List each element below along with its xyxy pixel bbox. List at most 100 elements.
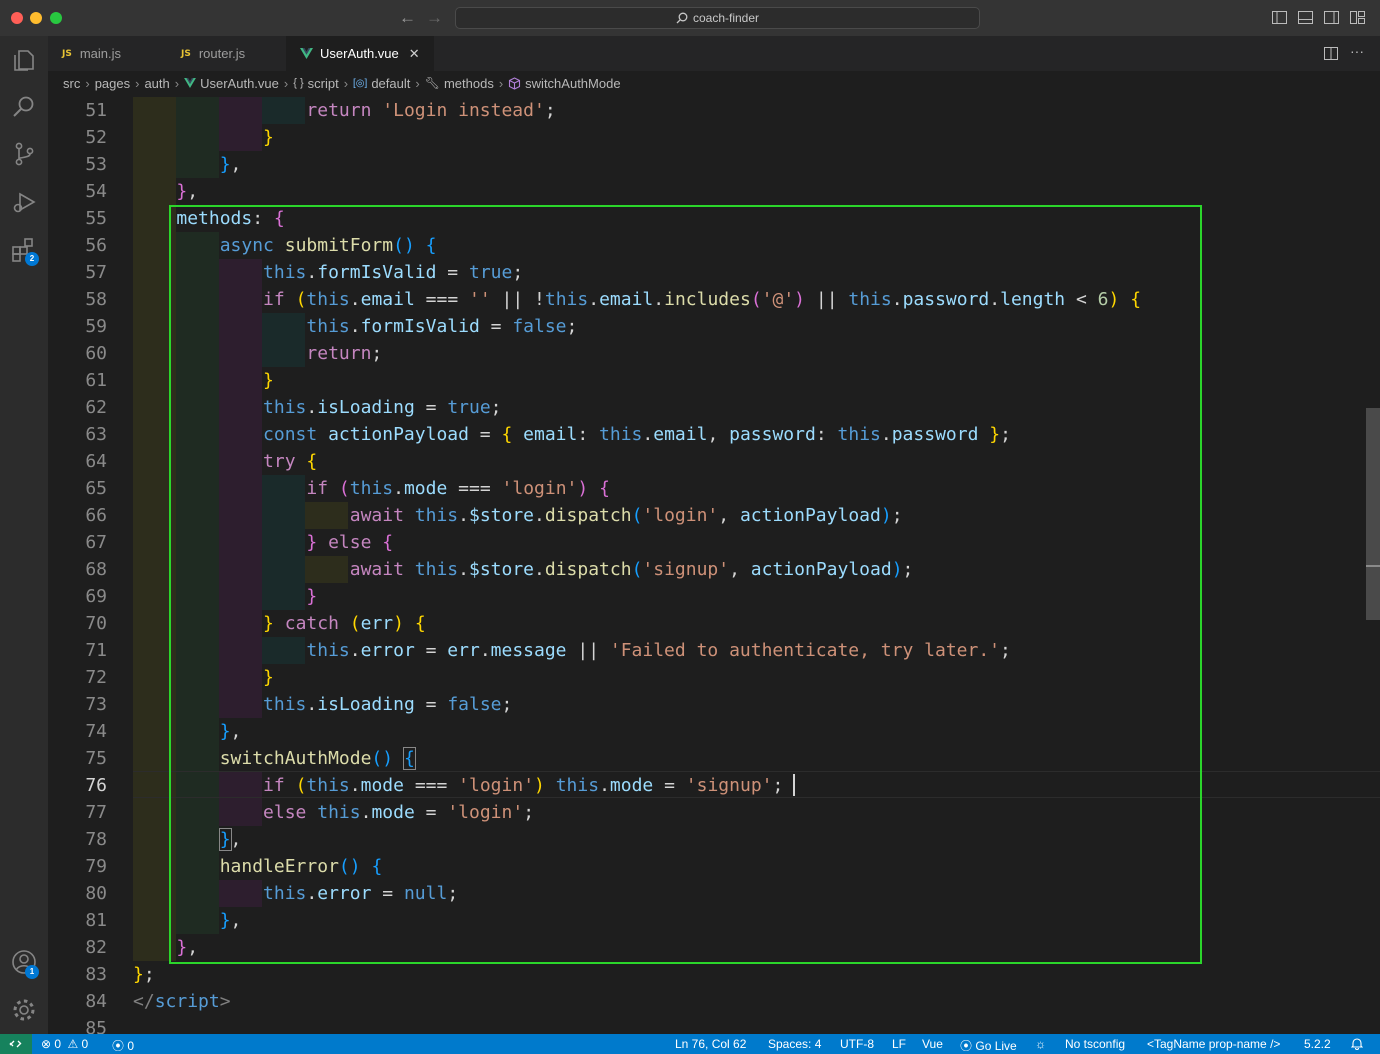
accounts-badge: 1 bbox=[25, 965, 39, 979]
language-mode[interactable]: Vue bbox=[922, 1037, 943, 1051]
search-icon bbox=[676, 12, 688, 24]
warning-icon: ⚠ bbox=[67, 1037, 79, 1051]
line-number: 64 bbox=[85, 451, 107, 472]
breadcrumb-src[interactable]: src bbox=[63, 76, 80, 91]
line-number: 61 bbox=[85, 370, 107, 391]
close-tab-icon[interactable]: ✕ bbox=[409, 46, 420, 62]
customize-layout-icon[interactable] bbox=[1350, 11, 1365, 24]
line-number: 68 bbox=[85, 559, 107, 580]
ports-count: 0 bbox=[127, 1039, 135, 1053]
toggle-secondary-sidebar-icon[interactable] bbox=[1324, 11, 1339, 24]
split-editor-icon[interactable] bbox=[1324, 47, 1338, 60]
tag-name-casing[interactable]: <TagName prop-name /> bbox=[1147, 1037, 1280, 1051]
tab-label: router.js bbox=[198, 46, 246, 61]
accounts-button[interactable]: 1 bbox=[10, 948, 39, 979]
cursor-position[interactable]: Ln 76, Col 62 bbox=[675, 1037, 746, 1051]
line-number: 77 bbox=[85, 802, 107, 823]
notifications-bell-icon[interactable] bbox=[1350, 1037, 1364, 1053]
line-number: 56 bbox=[85, 235, 107, 256]
line-number: 72 bbox=[85, 667, 107, 688]
end-of-line[interactable]: LF bbox=[892, 1037, 906, 1051]
remote-icon bbox=[9, 1040, 22, 1048]
tsconfig-status[interactable]: No tsconfig bbox=[1065, 1037, 1125, 1051]
broadcast-icon: ⦿ bbox=[960, 1039, 973, 1053]
breadcrumb-methods[interactable]: methods bbox=[444, 76, 494, 91]
variable-icon: [◎] bbox=[353, 77, 368, 89]
run-debug-icon[interactable] bbox=[10, 188, 38, 216]
forward-arrow-icon[interactable]: → bbox=[426, 8, 443, 28]
maximize-window-button[interactable] bbox=[50, 12, 62, 24]
js-file-icon: JS bbox=[181, 48, 191, 59]
vue-status-icon[interactable]: ☼ bbox=[1035, 1037, 1046, 1051]
scrollbar-cursor-marker bbox=[1366, 565, 1380, 567]
breadcrumb-default[interactable]: default bbox=[371, 76, 410, 91]
command-center-search[interactable]: coach-finder bbox=[455, 7, 980, 29]
code-line-51: return 'Login instead'; bbox=[306, 100, 556, 121]
chevron-right-icon: › bbox=[343, 75, 349, 91]
vue-file-icon bbox=[184, 78, 197, 88]
go-live-button[interactable]: ⦿ Go Live bbox=[960, 1037, 1017, 1054]
line-number: 78 bbox=[85, 829, 107, 850]
chevron-right-icon: › bbox=[498, 75, 504, 91]
typescript-version[interactable]: 5.2.2 bbox=[1304, 1037, 1331, 1051]
minimize-window-button[interactable] bbox=[30, 12, 42, 24]
code-line-54: }, bbox=[176, 181, 199, 202]
broadcast-icon: ⦿ bbox=[112, 1039, 125, 1053]
chevron-right-icon: › bbox=[415, 75, 420, 91]
breadcrumb-auth[interactable]: auth bbox=[144, 76, 169, 91]
chevron-right-icon: › bbox=[135, 75, 140, 91]
extensions-badge: 2 bbox=[25, 252, 39, 266]
search-icon[interactable] bbox=[10, 93, 38, 121]
breadcrumb-file[interactable]: UserAuth.vue bbox=[200, 76, 279, 91]
ports-indicator[interactable]: ⦿ 0 bbox=[112, 1037, 134, 1054]
line-number: 80 bbox=[85, 883, 107, 904]
wrench-icon: 🔧︎ bbox=[424, 76, 440, 90]
close-window-button[interactable] bbox=[11, 12, 23, 24]
line-number: 76 bbox=[85, 775, 107, 796]
line-number: 85 bbox=[85, 1018, 107, 1034]
source-control-icon[interactable] bbox=[10, 140, 38, 168]
highlight-box bbox=[169, 205, 1202, 964]
editor-tabs: JS main.js JS router.js UserAuth.vue ✕ ·… bbox=[48, 36, 1380, 71]
tab-main-js[interactable]: JS main.js bbox=[48, 36, 166, 71]
tab-label: main.js bbox=[79, 46, 122, 61]
method-cube-icon bbox=[509, 76, 521, 90]
vue-file-icon bbox=[300, 48, 313, 59]
line-number: 58 bbox=[85, 289, 107, 310]
code-editor[interactable]: 51 52 53 54 55 56 57 58 59 60 61 62 63 64 65 66 67 68 69 70… bbox=[48, 95, 1380, 1034]
breadcrumb-pages[interactable]: pages bbox=[95, 76, 130, 91]
code-line-83: }; bbox=[133, 964, 155, 985]
line-number: 82 bbox=[85, 937, 107, 958]
back-arrow-icon[interactable]: ← bbox=[399, 8, 416, 28]
explorer-icon[interactable] bbox=[10, 46, 38, 74]
title-bar: ← → coach-finder bbox=[0, 0, 1380, 36]
line-number: 70 bbox=[85, 613, 107, 634]
js-file-icon: JS bbox=[62, 48, 72, 59]
problems-indicator[interactable]: ⊗ 0 ⚠ 0 bbox=[41, 1037, 88, 1051]
tab-router-js[interactable]: JS router.js bbox=[167, 36, 285, 71]
status-bar: ⊗ 0 ⚠ 0 ⦿ 0 Ln 76, Col 62 Spaces: 4 UTF-… bbox=[0, 1034, 1380, 1054]
line-number: 62 bbox=[85, 397, 107, 418]
tab-userauth-vue[interactable]: UserAuth.vue ✕ bbox=[286, 36, 434, 71]
toggle-sidebar-icon[interactable] bbox=[1272, 11, 1287, 24]
chevron-right-icon: › bbox=[85, 75, 90, 91]
encoding[interactable]: UTF-8 bbox=[840, 1037, 874, 1051]
extensions-button[interactable]: 2 bbox=[10, 236, 39, 266]
line-number: 73 bbox=[85, 694, 107, 715]
remote-indicator[interactable] bbox=[0, 1034, 32, 1054]
more-actions-icon[interactable]: ··· bbox=[1350, 43, 1364, 59]
line-number: 74 bbox=[85, 721, 107, 742]
indentation[interactable]: Spaces: 4 bbox=[768, 1037, 821, 1051]
toggle-panel-icon[interactable] bbox=[1298, 11, 1313, 24]
line-number: 75 bbox=[85, 748, 107, 769]
line-number: 84 bbox=[85, 991, 107, 1012]
line-number: 83 bbox=[85, 964, 107, 985]
line-number: 63 bbox=[85, 424, 107, 445]
braces-icon: { } bbox=[293, 77, 304, 89]
breadcrumb-script[interactable]: script bbox=[308, 76, 339, 91]
breadcrumb-symbol[interactable]: switchAuthMode bbox=[525, 76, 620, 91]
scrollbar-thumb[interactable] bbox=[1366, 408, 1380, 620]
settings-gear-icon[interactable] bbox=[10, 996, 38, 1024]
line-number: 52 bbox=[85, 127, 107, 148]
line-number: 66 bbox=[85, 505, 107, 526]
